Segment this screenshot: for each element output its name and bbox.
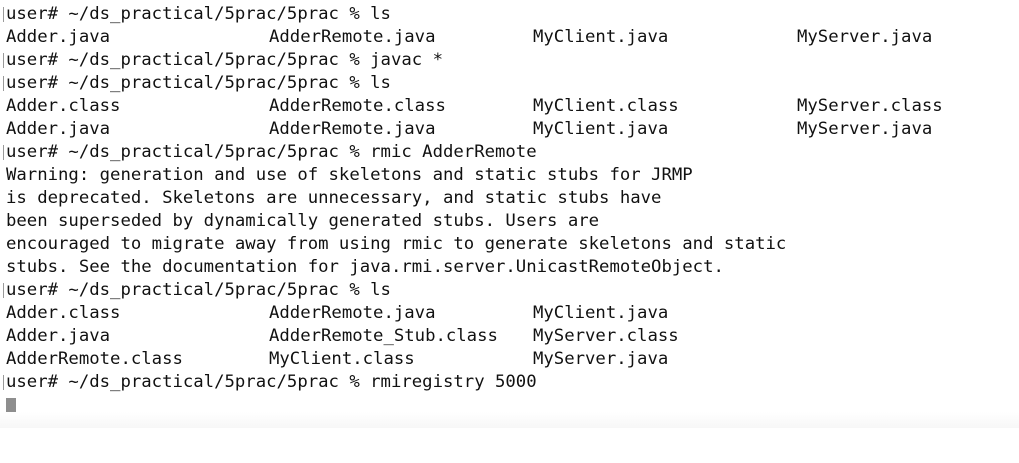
ls-output-row: Adder.class AdderRemote.class MyClient.c…: [6, 95, 1016, 118]
file-entry: AdderRemote.class: [6, 349, 183, 369]
prompt-marker-icon: [3, 7, 4, 22]
file-entry: Adder.class: [6, 96, 121, 116]
file-entry: Adder.java: [6, 119, 111, 139]
prompt-line: user# ~/ds_practical/5prac/5prac % rmire…: [3, 371, 1016, 394]
output-line: is deprecated. Skeletons are unnecessary…: [6, 188, 662, 208]
ls-output-row: Adder.java AdderRemote.java MyClient.jav…: [6, 26, 1016, 49]
file-entry: MyClient.java: [533, 119, 669, 139]
file-entry: MyClient.java: [533, 303, 669, 323]
file-entry: MyServer.class: [797, 96, 943, 116]
output-line: Warning: generation and use of skeletons…: [6, 165, 693, 185]
file-entry: Adder.java: [6, 326, 111, 346]
prompt-line: user# ~/ds_practical/5prac/5prac % rmic …: [3, 141, 1016, 164]
prompt-marker-icon: [3, 76, 4, 91]
output-line: been superseded by dynamically generated…: [6, 211, 600, 231]
terminal-window[interactable]: user# ~/ds_practical/5prac/5prac % ls Ad…: [3, 3, 1016, 418]
file-entry: Adder.class: [6, 303, 121, 323]
file-entry: MyClient.class: [269, 349, 415, 369]
output-line: stubs. See the documentation for java.rm…: [6, 257, 724, 277]
prompt-line: user# ~/ds_practical/5prac/5prac % ls: [3, 72, 1016, 95]
file-entry: AdderRemote_Stub.class: [269, 326, 498, 346]
file-entry: AdderRemote.java: [269, 27, 436, 47]
prompt-marker-icon: [3, 53, 4, 68]
ls-output-row: Adder.java AdderRemote.java MyClient.jav…: [6, 118, 1016, 141]
ls-output-row: AdderRemote.class MyClient.class MyServe…: [6, 348, 1016, 371]
file-entry: MyClient.class: [533, 96, 679, 116]
file-entry: AdderRemote.java: [269, 119, 436, 139]
file-entry: AdderRemote.class: [269, 96, 446, 116]
ls-output-row: Adder.class AdderRemote.java MyClient.ja…: [6, 302, 1016, 325]
file-entry: MyServer.java: [797, 119, 933, 139]
file-entry: AdderRemote.java: [269, 303, 436, 323]
ls-output-row: Adder.java AdderRemote_Stub.class MyServ…: [6, 325, 1016, 348]
file-entry: MyServer.java: [533, 349, 669, 369]
file-entry: MyClient.java: [533, 27, 669, 47]
prompt-marker-icon: [3, 283, 4, 298]
prompt-marker-icon: [3, 375, 4, 390]
window-bottom-edge: [0, 412, 1019, 428]
prompt-line: user# ~/ds_practical/5prac/5prac % javac…: [3, 49, 1016, 72]
prompt-marker-icon: [3, 145, 4, 160]
prompt-line: user# ~/ds_practical/5prac/5prac % ls: [3, 279, 1016, 302]
output-line: encouraged to migrate away from using rm…: [6, 234, 787, 254]
file-entry: MyServer.java: [797, 27, 933, 47]
prompt-line: user# ~/ds_practical/5prac/5prac % ls: [3, 3, 1016, 26]
file-entry: Adder.java: [6, 27, 111, 47]
file-entry: MyServer.class: [533, 326, 679, 346]
